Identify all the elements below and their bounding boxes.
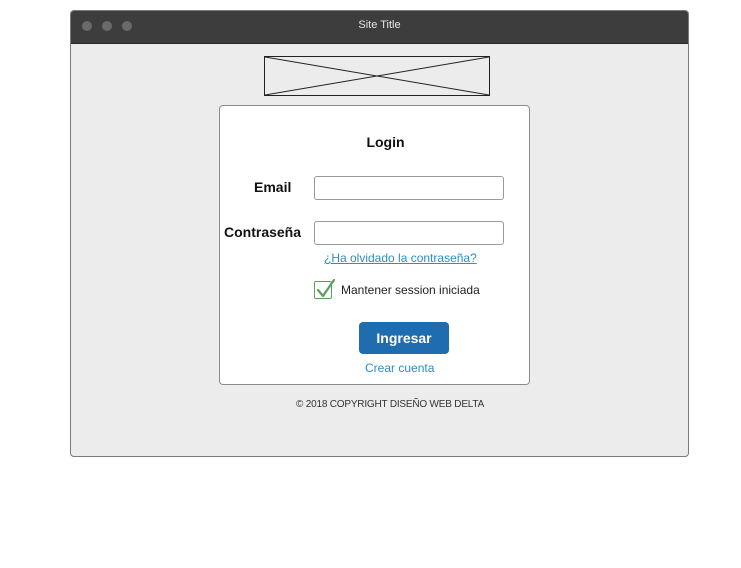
remember-me-checkbox[interactable] bbox=[314, 278, 336, 299]
password-field[interactable] bbox=[314, 221, 504, 245]
forgot-password-link[interactable]: ¿Ha olvidado la contraseña? bbox=[324, 251, 477, 265]
logo-image-placeholder bbox=[264, 56, 490, 96]
window-titlebar: Site Title bbox=[71, 11, 688, 44]
login-title: Login bbox=[366, 134, 405, 150]
create-account-link[interactable]: Crear cuenta bbox=[365, 361, 434, 375]
email-label: Email bbox=[254, 179, 292, 195]
login-submit-button[interactable]: Ingresar bbox=[359, 322, 449, 354]
login-panel: Login Email Contraseña ¿Ha olvidado la c… bbox=[219, 105, 530, 385]
password-label: Contraseña bbox=[224, 224, 302, 240]
checkmark-icon bbox=[316, 278, 336, 298]
copyright-text: © 2018 COPYRIGHT DISEÑO WEB DELTA bbox=[296, 399, 485, 410]
email-field[interactable] bbox=[314, 176, 504, 200]
image-placeholder-icon bbox=[265, 57, 489, 95]
remember-me-label: Mantener session iniciada bbox=[341, 283, 480, 297]
browser-window: Site Title Login Email Contraseña ¿Ha ol… bbox=[70, 10, 689, 457]
window-title: Site Title bbox=[358, 19, 401, 31]
